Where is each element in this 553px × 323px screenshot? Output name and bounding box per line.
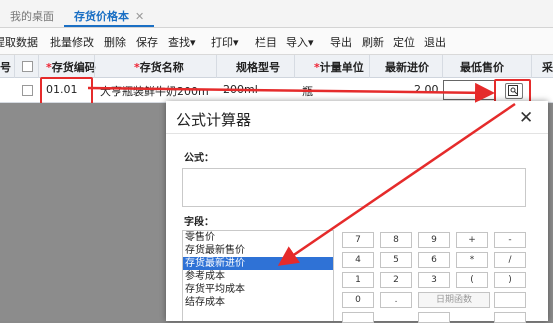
app-window: 我的桌面 存货价格本✕ 提取数据 批量修改 删除 保存 查找▾ 打印▾ 栏目 导… bbox=[0, 0, 553, 323]
arrow-lookup-to-field bbox=[277, 102, 516, 266]
annotation-arrows bbox=[87, 82, 516, 266]
arrow-code-to-lookup bbox=[87, 82, 495, 103]
